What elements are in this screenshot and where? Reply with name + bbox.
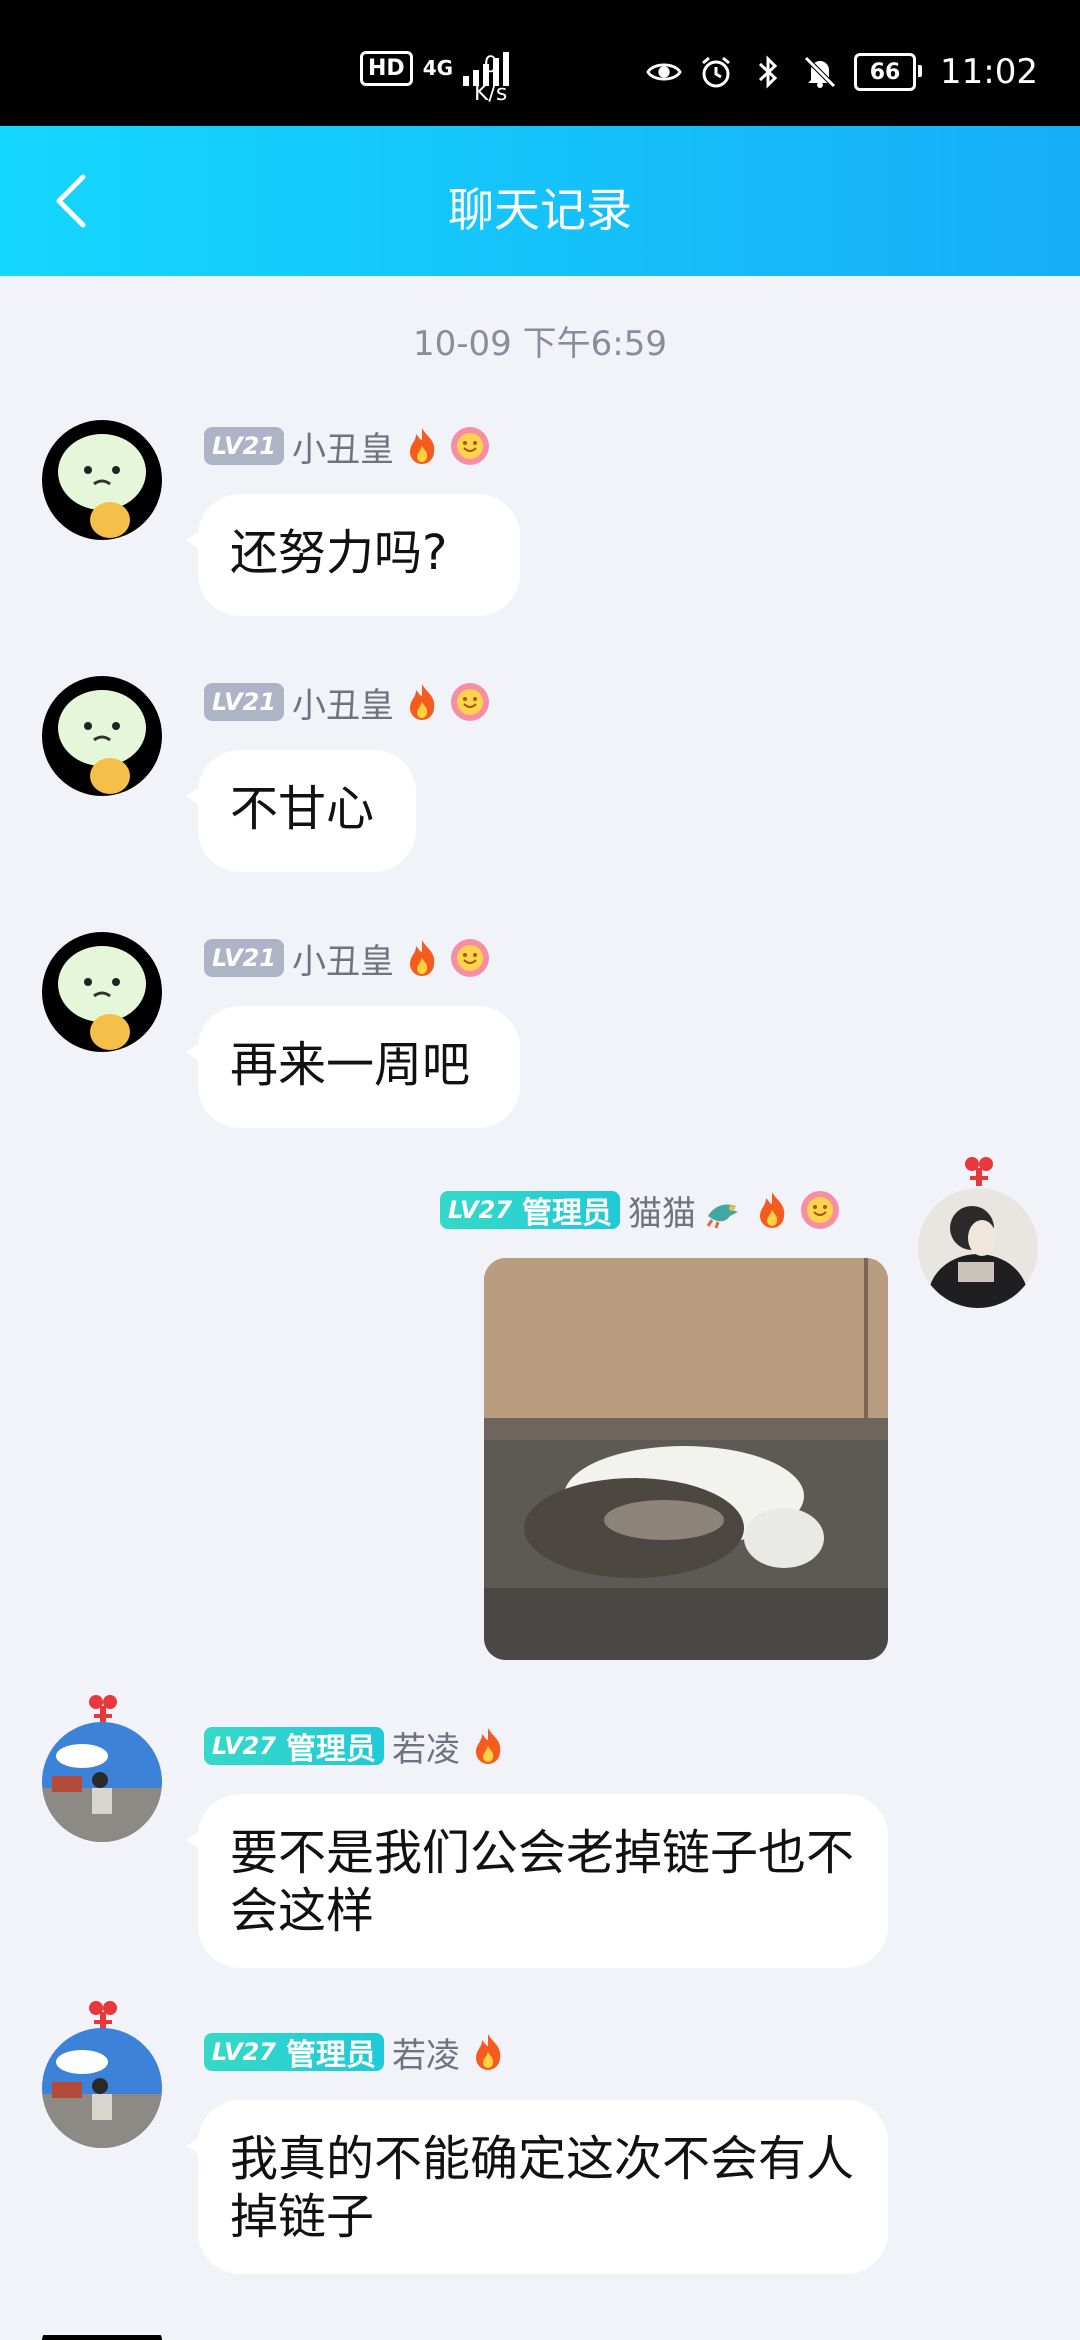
- message-meta: LV27 管理员 猫猫: [440, 1186, 840, 1235]
- message-text: 再来一周吧: [230, 1037, 471, 1093]
- level-label: LV21: [212, 944, 276, 972]
- message-timestamp: 10-09 下午6:59: [413, 324, 667, 364]
- smile-flower-icon: [450, 939, 489, 977]
- message-bubble[interactable]: 我真的不能确定这次不会有人掉链子: [186, 2100, 888, 2274]
- admin-crown-icon: [86, 1998, 120, 2032]
- avatar[interactable]: [42, 676, 162, 796]
- sender-name[interactable]: 猫猫: [628, 1186, 696, 1235]
- avatar[interactable]: [42, 1722, 162, 1842]
- message-bubble[interactable]: 不甘心: [186, 750, 416, 872]
- message-bubble[interactable]: 要不是我们公会老掉链子也不会这样: [186, 1794, 888, 1968]
- message-meta: LV21 小丑皇: [204, 678, 490, 727]
- level-label: LV21: [212, 688, 276, 716]
- avatar[interactable]: [42, 2330, 162, 2340]
- sender-name[interactable]: 若凌: [392, 1722, 460, 1771]
- level-badge: LV27 管理员: [204, 1727, 384, 1767]
- message-text: 要不是我们公会老掉链子也不会这样: [230, 1825, 855, 1939]
- hd-badge: HD: [360, 50, 413, 86]
- eye-icon: [646, 54, 682, 90]
- speed-value: 0: [483, 53, 498, 78]
- level-badge: LV27 管理员: [440, 1191, 620, 1231]
- message-meta: LV21 小丑皇: [204, 422, 490, 471]
- message-meta: LV27 管理员 若凌: [204, 2028, 508, 2077]
- level-badge: LV21: [204, 427, 284, 465]
- network-speed: 0 K/s: [474, 52, 507, 108]
- avatar[interactable]: [42, 420, 162, 540]
- battery-icon: 66: [854, 53, 923, 91]
- avatar[interactable]: [42, 932, 162, 1052]
- fire-icon: [475, 1728, 501, 1764]
- message-meta: LV27 管理员 若凌: [204, 1722, 508, 1771]
- status-icons: 66 11:02: [646, 52, 1038, 92]
- message-text: 还努力吗?: [230, 525, 448, 581]
- top-bar: 聊天记录: [0, 126, 1080, 276]
- role-label: 管理员: [521, 1196, 612, 1231]
- message-meta: LV21 小丑皇: [204, 934, 490, 983]
- fire-icon: [409, 428, 435, 464]
- role-label: 管理员: [285, 2038, 376, 2073]
- fire-icon: [409, 940, 435, 976]
- level-label: LV27: [212, 1732, 276, 1760]
- mute-bell-icon: [802, 54, 838, 90]
- level-label: LV21: [212, 432, 276, 460]
- network-type: 4G: [422, 56, 454, 80]
- clock: 11:02: [940, 52, 1038, 92]
- fire-icon: [759, 1192, 785, 1228]
- smile-flower-icon: [450, 427, 489, 465]
- fire-icon: [475, 2034, 501, 2070]
- admin-crown-icon: [86, 1692, 120, 1726]
- level-badge: LV21: [204, 939, 284, 977]
- fire-icon: [409, 684, 435, 720]
- dragon-icon: [706, 1204, 738, 1229]
- smile-flower-icon: [450, 683, 489, 721]
- avatar[interactable]: [42, 2028, 162, 2148]
- page-title: 聊天记录: [448, 183, 632, 237]
- message-text: 我真的不能确定这次不会有人掉链子: [230, 2131, 855, 2245]
- smile-flower-icon: [800, 1191, 839, 1229]
- cat-photo[interactable]: [484, 1258, 888, 1660]
- level-label: LV27: [448, 1196, 512, 1224]
- level-label: LV27: [212, 2038, 276, 2066]
- alarm-icon: [698, 54, 734, 90]
- admin-crown-icon: [962, 1154, 996, 1188]
- message-bubble[interactable]: 还努力吗?: [186, 494, 520, 616]
- status-bar: HD 4G 0 K/s 66 11:02: [0, 0, 1080, 126]
- sender-name[interactable]: 若凌: [392, 2028, 460, 2077]
- level-badge: LV27 管理员: [204, 2033, 384, 2073]
- message-bubble[interactable]: 再来一周吧: [186, 1006, 520, 1128]
- message-text: 不甘心: [230, 781, 375, 837]
- role-label: 管理员: [285, 1732, 376, 1767]
- speed-unit: K/s: [474, 81, 508, 106]
- sender-name[interactable]: 小丑皇: [292, 934, 394, 983]
- avatar[interactable]: [918, 1188, 1038, 1308]
- level-badge: LV21: [204, 683, 284, 721]
- sender-name[interactable]: 小丑皇: [292, 678, 394, 727]
- bluetooth-icon: [750, 54, 786, 90]
- sender-name[interactable]: 小丑皇: [292, 422, 394, 471]
